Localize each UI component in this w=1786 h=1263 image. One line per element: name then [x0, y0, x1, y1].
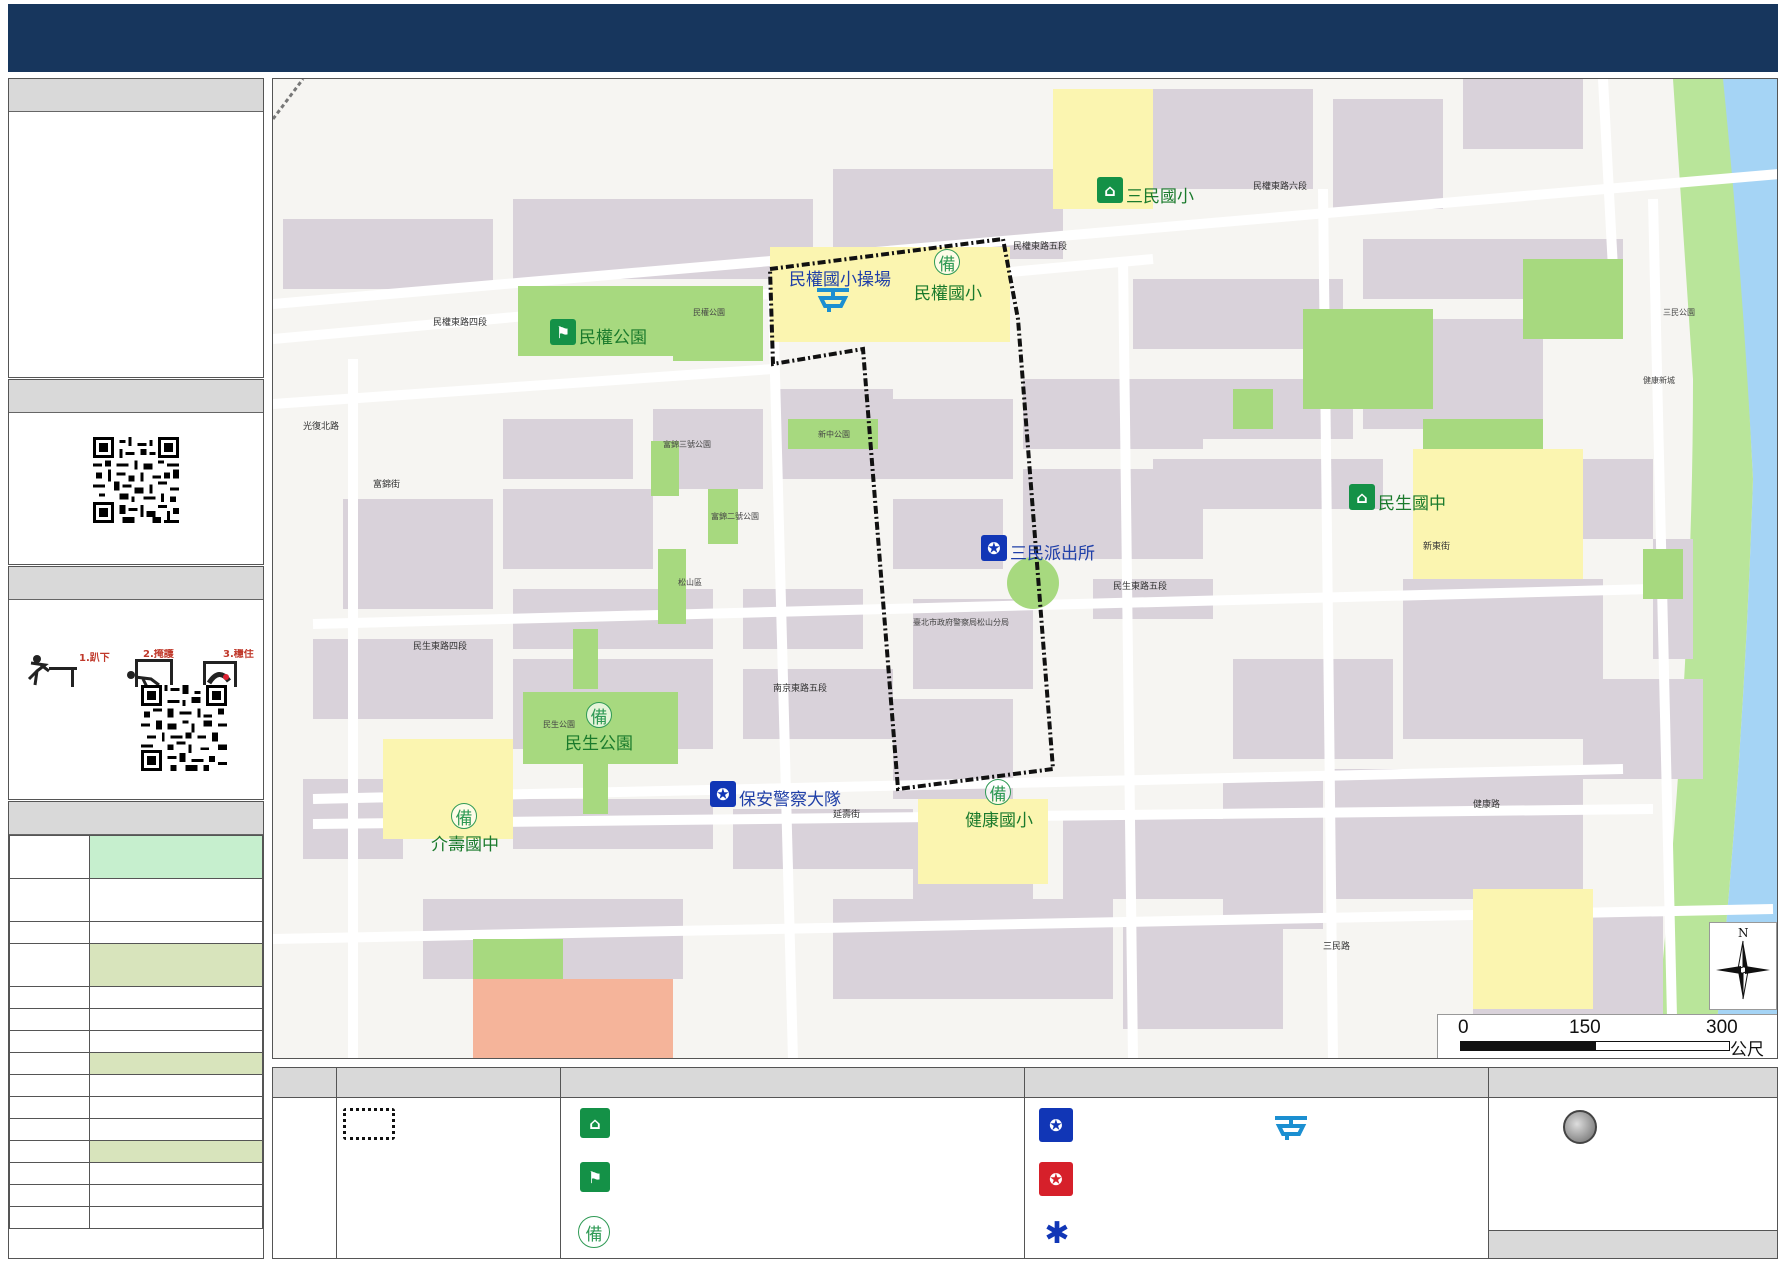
- poi-label: 新中公園: [818, 430, 850, 439]
- legend-footer-bar: [1489, 1230, 1777, 1258]
- police-icon-2[interactable]: ✪: [710, 781, 736, 807]
- scale-bar: 0 150 300 公尺: [1437, 1014, 1777, 1058]
- water-point-icon-legend: [1563, 1110, 1597, 1144]
- helipad-icon[interactable]: [813, 284, 853, 314]
- road-label: 南京東路五段: [773, 684, 828, 694]
- scale-tick-150: 150: [1569, 1017, 1601, 1038]
- drop-cover-hold-illustration: 1.趴下 2.掩護 3.穩住: [27, 649, 254, 688]
- park-evacuation-icon[interactable]: ⚑: [550, 319, 576, 345]
- park-evacuation-icon-legend: ⚑: [580, 1162, 610, 1192]
- label-jieshou-jhs: 介壽國中: [431, 835, 499, 855]
- boundary-line-icon: [343, 1108, 395, 1140]
- safety-panel-title: [9, 567, 263, 600]
- scale-unit: 公尺: [1730, 1040, 1764, 1059]
- helipad-icon-legend: [1275, 1116, 1307, 1140]
- road-label: 三民路: [1323, 942, 1351, 952]
- legend-header: [273, 1068, 1777, 1098]
- road-label: 民權東路六段: [1253, 182, 1308, 192]
- map-base: [273, 79, 1777, 1058]
- poi-label: 三民公園: [1663, 308, 1695, 317]
- label-sanmin-es: 三民國小: [1126, 187, 1194, 207]
- label-minquan-park: 民權公園: [579, 328, 647, 348]
- label-minquan-es: 民權國小: [914, 284, 982, 304]
- standby-icon-3[interactable]: 備: [451, 803, 477, 829]
- svg-text:3.穩住: 3.穩住: [223, 649, 254, 660]
- poi-label: 富錦三號公園: [663, 440, 711, 449]
- qr-code-safety[interactable]: [141, 685, 227, 771]
- header-bar: [8, 4, 1778, 72]
- standby-icon[interactable]: 備: [934, 249, 960, 275]
- info-panel-title: [9, 79, 263, 112]
- road-label: 健康路: [1473, 800, 1501, 810]
- north-arrow: N: [1709, 922, 1777, 1010]
- medical-icon-legend: ✱: [1044, 1216, 1070, 1251]
- district-label: 松山區: [678, 578, 702, 587]
- shelter-table: [9, 835, 263, 1229]
- road-label: 民權東路五段: [1013, 242, 1068, 252]
- standby-icon-4[interactable]: 備: [985, 779, 1011, 805]
- shelter-school-icon-2[interactable]: ⌂: [1349, 484, 1375, 510]
- road-label: 民生東路四段: [413, 642, 468, 652]
- poi-label: 民生公園: [543, 720, 575, 729]
- qr-panel: [8, 379, 264, 565]
- police-icon-legend: ✪: [1039, 1108, 1073, 1142]
- road-label: 延壽街: [833, 810, 861, 820]
- qr-panel-title: [9, 380, 263, 413]
- info-panel: [8, 78, 264, 378]
- fire-station-icon-legend: ✪: [1039, 1162, 1073, 1196]
- road-label: 民生東路五段: [1113, 582, 1168, 592]
- poi-label: 民權公園: [693, 308, 725, 317]
- police-icon[interactable]: ✪: [981, 535, 1007, 561]
- road-label: 富錦街: [373, 480, 401, 490]
- label-jiankang-es: 健康國小: [965, 811, 1033, 831]
- standby-icon-legend: 備: [578, 1216, 610, 1248]
- poi-label: 臺北市政府警察局松山分局: [913, 618, 1009, 627]
- label-minsheng-park: 民生公園: [565, 734, 633, 754]
- label-sanmin-police: 三民派出所: [1010, 544, 1095, 564]
- legend: ⌂ ⚑ 備 ✪ ✪ ✱: [272, 1067, 1778, 1259]
- label-baoan-police: 保安警察大隊: [739, 790, 841, 810]
- safety-panel: 1.趴下 2.掩護 3.穩住: [8, 566, 264, 800]
- scale-bar-graphic: [1460, 1041, 1730, 1051]
- poi-label: 健康新城: [1643, 376, 1675, 385]
- shelter-table-title: [9, 802, 263, 835]
- scale-tick-0: 0: [1458, 1017, 1469, 1038]
- shelter-table-panel: [8, 801, 264, 1259]
- road-label: 民權東路四段: [433, 318, 488, 328]
- standby-icon-2[interactable]: 備: [586, 702, 612, 728]
- map[interactable]: ⌂ 三民國小 民權國小操場 備 民權國小 ⚑ 民權公園 ⌂ 民生國中 ✪ 三民派…: [272, 78, 1778, 1059]
- svg-text:1.趴下: 1.趴下: [79, 652, 110, 664]
- road-label: 新東街: [1423, 542, 1451, 552]
- shelter-school-icon-legend: ⌂: [580, 1108, 610, 1138]
- poi-label: 富錦二號公園: [711, 512, 759, 521]
- shelter-school-icon[interactable]: ⌂: [1097, 177, 1123, 203]
- road-label: 光復北路: [303, 422, 340, 432]
- north-label: N: [1738, 926, 1749, 940]
- label-minsheng-jhs: 民生國中: [1378, 494, 1446, 514]
- svg-text:2.掩護: 2.掩護: [143, 649, 175, 660]
- qr-code[interactable]: [93, 437, 179, 523]
